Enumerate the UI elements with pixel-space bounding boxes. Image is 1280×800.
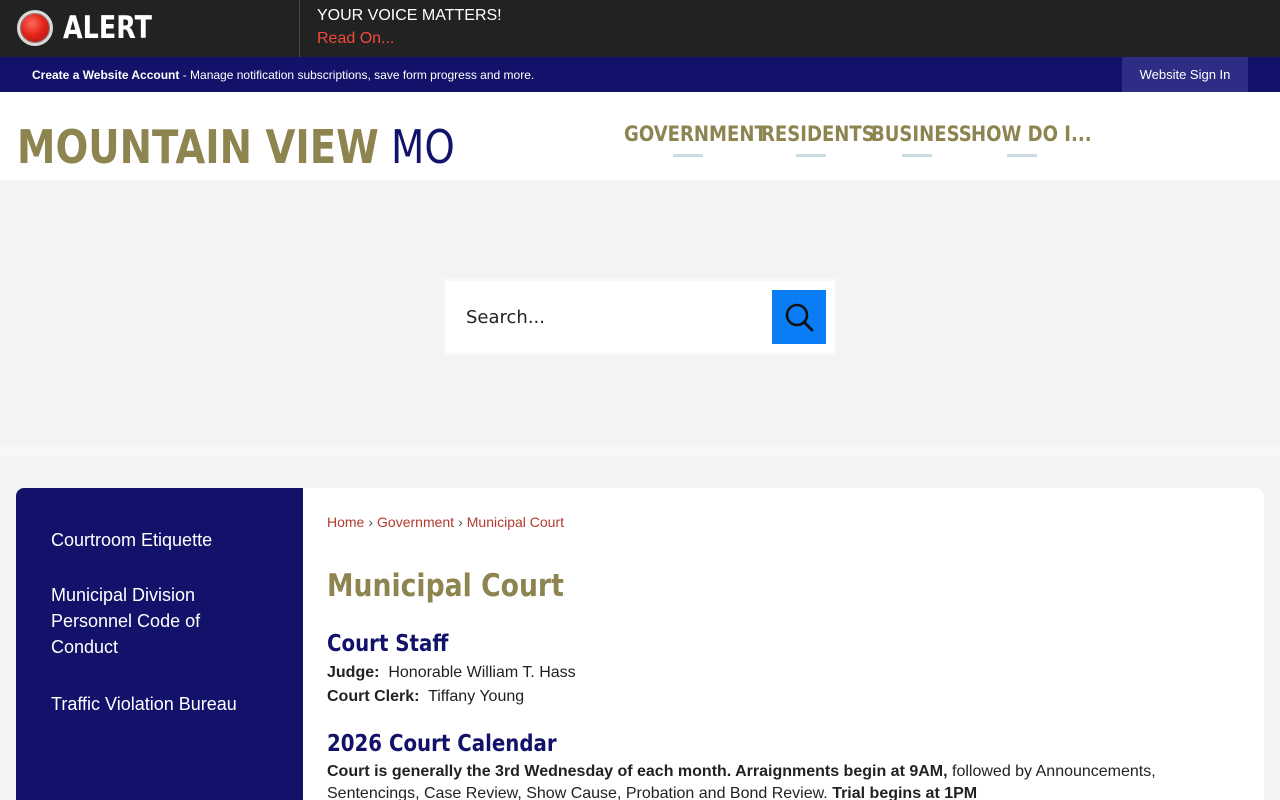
court-staff-heading: Court Staff — [327, 631, 449, 657]
logo-state-text: MO — [391, 120, 455, 174]
court-calendar-text: Court is generally the 3rd Wednesday of … — [327, 761, 1237, 800]
page-title: Municipal Court — [327, 568, 564, 604]
sidebar-item-courtroom-etiquette[interactable]: Courtroom Etiquette — [51, 527, 261, 553]
breadcrumb-municipal-court[interactable]: Municipal Court — [467, 514, 564, 530]
alert-icon — [17, 10, 53, 46]
search-box — [446, 281, 834, 353]
main-content: Home › Government › Municipal Court Municipa… — [303, 488, 1264, 800]
account-bar: Create a Website Account - Manage notifi… — [0, 57, 1280, 92]
breadcrumb-home[interactable]: Home — [327, 514, 364, 530]
search-input[interactable] — [452, 289, 772, 345]
hero-divider — [0, 445, 1280, 457]
nav-business[interactable]: BUSINESS — [871, 122, 972, 146]
nav-underline — [902, 154, 932, 157]
nav-government[interactable]: GOVERNMENT — [624, 122, 767, 146]
judge-label: Judge: — [327, 664, 380, 681]
alert-read-on-link[interactable]: Read On... — [317, 30, 394, 48]
account-description: - Manage notification subscriptions, sav… — [179, 68, 535, 82]
clerk-line: Court Clerk: Tiffany Young — [327, 688, 524, 706]
sign-in-button[interactable]: Website Sign In — [1122, 57, 1248, 92]
breadcrumb-government[interactable]: Government — [377, 514, 454, 530]
clerk-value: Tiffany Young — [428, 688, 525, 705]
alert-bar: ALERT YOUR VOICE MATTERS! Read On... — [0, 0, 1280, 57]
site-logo[interactable]: MOUNTAIN VIEW MO — [17, 120, 455, 174]
account-text: Create a Website Account - Manage notifi… — [32, 68, 534, 82]
alert-badge[interactable]: ALERT — [0, 0, 300, 57]
calendar-bold-text: Court is generally the 3rd Wednesday of … — [327, 763, 948, 780]
logo-main-text: MOUNTAIN VIEW — [17, 120, 379, 174]
breadcrumb-separator: › — [458, 514, 463, 530]
breadcrumb-separator: › — [368, 514, 374, 530]
breadcrumb: Home › Government › Municipal Court — [327, 514, 564, 530]
nav-underline — [1007, 154, 1037, 157]
sidebar-item-code-of-conduct[interactable]: Municipal Division Personnel Code of Con… — [51, 582, 226, 660]
clerk-label: Court Clerk: — [327, 688, 420, 705]
nav-underline — [796, 154, 826, 157]
calendar-trial-text: Trial begins at 1PM — [832, 785, 978, 800]
sidebar-item-traffic-violation-bureau[interactable]: Traffic Violation Bureau — [51, 691, 261, 717]
alert-label: ALERT — [63, 10, 153, 46]
search-icon — [785, 303, 814, 332]
search-button[interactable] — [772, 290, 826, 344]
court-calendar-heading: 2026 Court Calendar — [327, 731, 557, 757]
judge-value: Honorable William T. Hass — [388, 664, 576, 681]
judge-line: Judge: Honorable William T. Hass — [327, 664, 576, 682]
nav-how-do-i[interactable]: HOW DO I... — [971, 122, 1092, 146]
hero-section — [0, 180, 1280, 445]
nav-residents[interactable]: RESIDENTS — [761, 122, 875, 146]
create-account-link[interactable]: Create a Website Account — [32, 68, 179, 82]
sidebar: Courtroom Etiquette Municipal Division P… — [16, 488, 303, 800]
nav-underline — [673, 154, 703, 157]
alert-message: YOUR VOICE MATTERS! — [317, 7, 502, 24]
site-header: MOUNTAIN VIEW MO GOVERNMENT RESIDENTS BU… — [0, 92, 1280, 180]
